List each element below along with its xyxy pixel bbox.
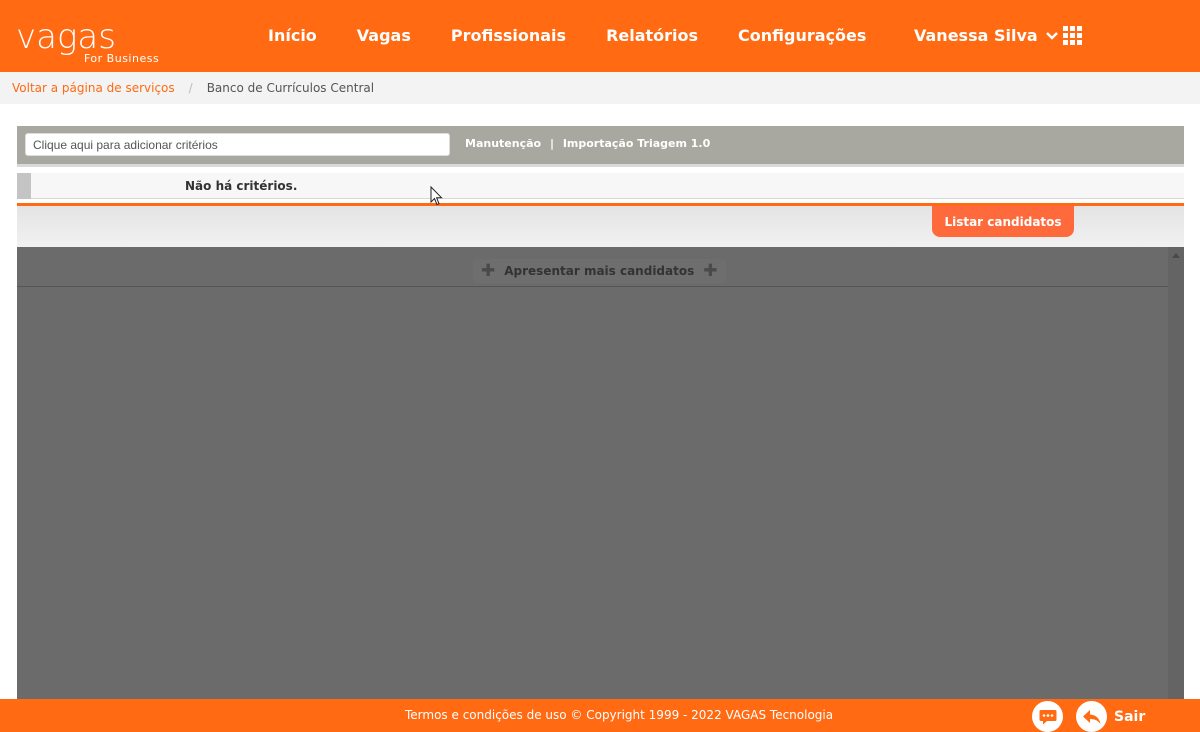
- maintenance-link[interactable]: Manutenção: [465, 137, 541, 150]
- no-criteria-text: Não há critérios.: [185, 179, 298, 193]
- nav-item-configuracoes[interactable]: Configurações: [738, 26, 866, 46]
- apps-grid-icon[interactable]: [1063, 26, 1082, 45]
- results-area-header: ✚ Apresentar mais candidatos ✚: [17, 247, 1168, 287]
- criteria-tab: [17, 173, 31, 199]
- user-name: Vanessa Silva: [914, 26, 1038, 45]
- nav-item-inicio[interactable]: Início: [268, 26, 317, 46]
- nav-item-relatorios[interactable]: Relatórios: [606, 26, 698, 46]
- criteria-search-input[interactable]: [25, 133, 450, 156]
- logo-word: vagas: [16, 17, 116, 57]
- action-row: Listar candidatos: [17, 206, 1184, 247]
- user-menu[interactable]: Vanessa Silva: [914, 26, 1058, 46]
- scroll-up-arrow-icon[interactable]: [1172, 253, 1180, 258]
- nav-item-vagas[interactable]: Vagas: [357, 26, 411, 46]
- vagas-logo[interactable]: vagas For Business: [16, 20, 166, 68]
- breadcrumb: Voltar a página de serviços / Banco de C…: [0, 72, 1200, 104]
- results-scrollbar[interactable]: [1168, 247, 1184, 700]
- show-more-candidates-button[interactable]: ✚ Apresentar mais candidatos ✚: [473, 259, 726, 283]
- terms-link[interactable]: Termos e condições de uso © Copyright 19…: [405, 708, 833, 722]
- top-header: vagas For Business Início Vagas Profissi…: [0, 0, 1200, 72]
- footer: Termos e condições de uso © Copyright 19…: [0, 699, 1200, 732]
- search-panel: Manutenção | Importação Triagem 1.0 Não …: [17, 126, 1184, 700]
- chat-icon: [1039, 709, 1056, 724]
- list-candidates-button[interactable]: Listar candidatos: [932, 206, 1074, 237]
- breadcrumb-separator: /: [188, 81, 193, 95]
- criteria-list: Não há critérios.: [17, 173, 1184, 199]
- footer-terms: Termos e condições de uso © Copyright 19…: [405, 708, 833, 722]
- breadcrumb-back-link[interactable]: Voltar a página de serviços: [12, 81, 175, 95]
- exit-button[interactable]: [1076, 701, 1107, 732]
- nav-item-profissionais[interactable]: Profissionais: [451, 26, 566, 46]
- show-more-label: Apresentar mais candidatos: [504, 264, 695, 278]
- chevron-down-icon: [1045, 32, 1058, 40]
- plus-icon: ✚: [703, 261, 718, 281]
- reply-arrow-icon: [1082, 709, 1100, 724]
- logo-subtitle: For Business: [84, 52, 160, 65]
- main-nav: Início Vagas Profissionais Relatórios Co…: [268, 26, 906, 46]
- import-triage-link[interactable]: Importação Triagem 1.0: [563, 137, 710, 150]
- mouse-pointer-icon: [430, 186, 443, 206]
- chat-button[interactable]: [1032, 701, 1063, 732]
- plus-icon: ✚: [481, 261, 496, 281]
- breadcrumb-current: Banco de Currículos Central: [206, 81, 375, 95]
- link-separator: |: [549, 137, 554, 150]
- search-links: Manutenção | Importação Triagem 1.0: [465, 137, 710, 150]
- criteria-search-bar: Manutenção | Importação Triagem 1.0: [17, 126, 1184, 164]
- exit-label[interactable]: Sair: [1114, 709, 1145, 725]
